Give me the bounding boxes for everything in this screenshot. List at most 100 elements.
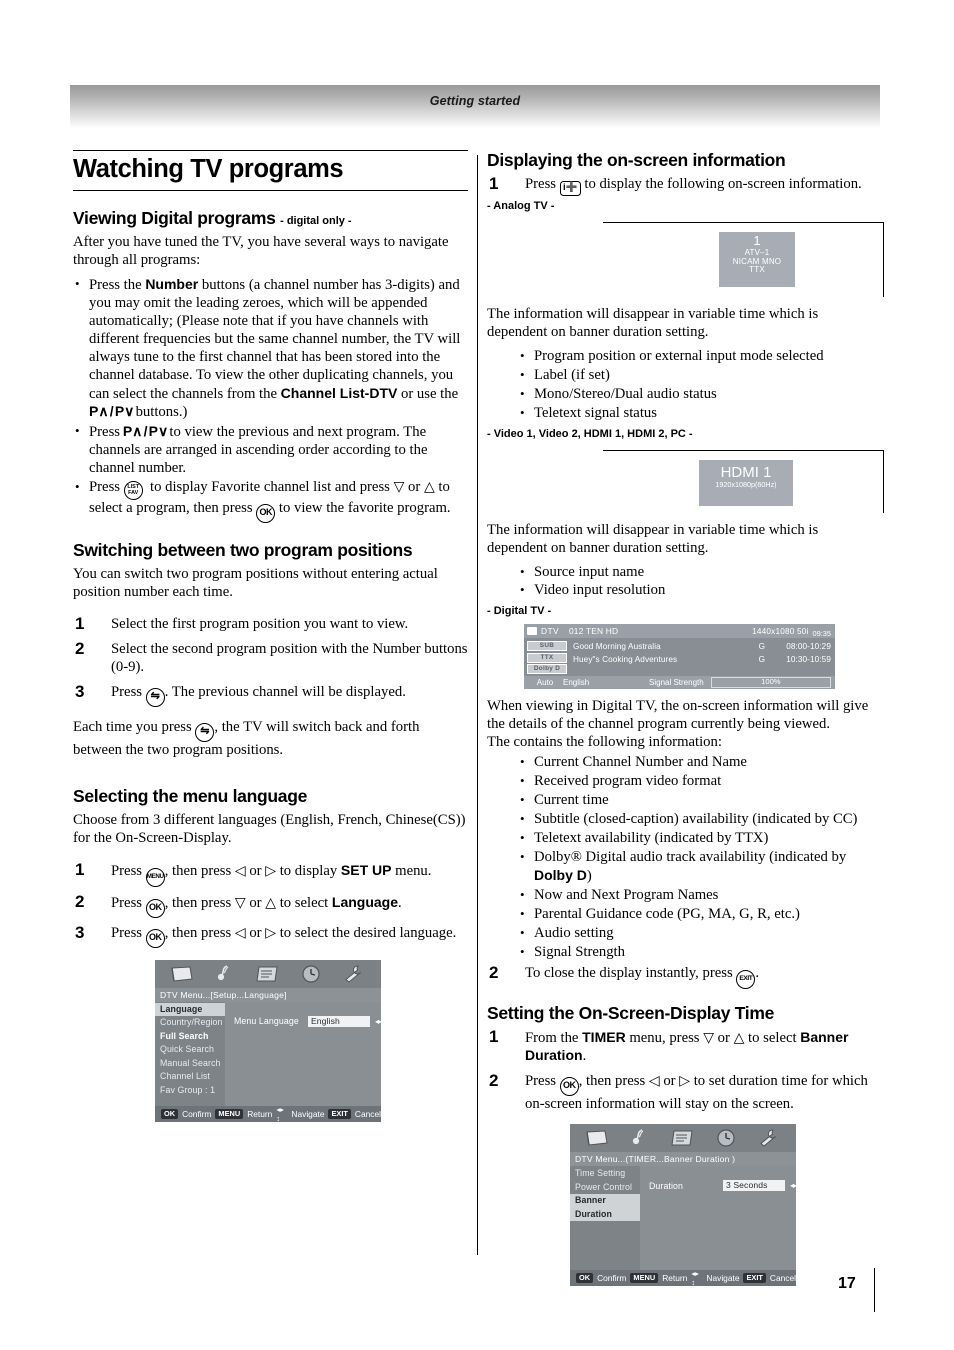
right-column: Displaying the on-screen information 1 P… (487, 150, 884, 1288)
step-text: Press OK, then press ▽ or △ to select La… (111, 893, 402, 918)
left-arrow-icon: ◁ (234, 863, 246, 879)
right-arrow-icon: ▷ (265, 863, 277, 879)
step-item: 1 From the TIMER menu, press ▽ or △ to s… (487, 1026, 880, 1067)
step-item: 1 Press i➕ to display the following on-s… (487, 174, 880, 196)
tv-icon (527, 627, 537, 636)
osd-item-time-setting[interactable]: Time Setting (570, 1167, 640, 1181)
osd-item-channel-list[interactable]: Channel List (155, 1070, 225, 1084)
osd-item-manual-search[interactable]: Manual Search (155, 1057, 225, 1071)
section-heading-text: Viewing Digital programs (73, 208, 276, 228)
left-right-adjust-icon[interactable]: ◂▸ (375, 1017, 382, 1026)
ok-key-icon: OK (145, 928, 165, 948)
p-up-down-key: P∧ / P∨ (89, 384, 461, 420)
timer-clock-icon[interactable] (297, 964, 325, 984)
dtv-program-next: Huey"s Cooking Adventures G 10:30-10:59 (573, 653, 831, 666)
list-fav-key-icon: LIST FAV (123, 481, 143, 501)
osd-chip-navigate-icon: ◂▸ ↕ (691, 1269, 699, 1288)
osd-hint-cancel: Cancel (769, 1273, 796, 1284)
osd-chip-exit[interactable]: EXIT (743, 1273, 766, 1284)
program-time: 10:30-10:59 (786, 655, 831, 665)
step-number: 1 (489, 1026, 499, 1046)
dtv-signal-value: 100% (761, 677, 781, 687)
list-item: Press the Number buttons (a channel numb… (73, 276, 468, 423)
step-number: 1 (489, 174, 499, 193)
sound-icon[interactable] (211, 964, 239, 984)
step-number: 3 (75, 922, 85, 942)
language-label: Language (331, 893, 399, 910)
osd-field-value[interactable]: 3 Seconds (722, 1180, 785, 1192)
timer-clock-icon[interactable] (712, 1128, 740, 1148)
list-item: Mono/Stereo/Dual audio status (520, 386, 880, 404)
picture-icon[interactable] (168, 964, 196, 984)
osd-chip-ok[interactable]: OK (576, 1273, 594, 1284)
osd-item-full-search[interactable]: Full Search (155, 1030, 225, 1044)
osd-settings-pane: Menu Language English ◂▸ (224, 1001, 382, 1106)
digital-note-2: The contains the following information: (487, 734, 722, 751)
setup-menu-label: SET UP (340, 861, 392, 878)
program-name: Good Morning Australia (573, 642, 661, 652)
section-heading-viewing-digital-programs: Viewing Digital programs - digital only … (73, 208, 468, 229)
list-item: Teletext signal status (520, 405, 880, 423)
setup-wrench-icon[interactable] (340, 964, 368, 984)
video-bullets: Source input name Video input resolution (520, 564, 880, 601)
analog-tv-caption: - Analog TV - (487, 200, 555, 212)
osd-body: Time Setting Power Control Banner Durati… (570, 1166, 797, 1271)
osd-icon-bar (570, 1124, 796, 1153)
osd-field-value[interactable]: English (307, 1015, 370, 1027)
hdmi-banner-resolution: 1920x1080p(60Hz) (715, 480, 777, 490)
osd-screenshot-language: DTV Menu...[Setup...Language] Language C… (155, 959, 382, 1123)
program-name: Huey"s Cooking Adventures (573, 655, 678, 665)
step-number: 1 (75, 859, 85, 879)
dtv-video-format: 1440x1080 50i (752, 626, 809, 636)
status-badge-ttx: TTX (527, 652, 567, 663)
video-inputs-caption: - Video 1, Video 2, HDMI 1, HDMI 2, PC - (487, 427, 693, 440)
analog-osd-banner: 1 ATV–1 NICAM MNO TTX (719, 232, 795, 287)
switching-intro: You can switch two program positions wit… (73, 566, 438, 601)
analog-bullets: Program position or external input mode … (520, 348, 880, 423)
step-text: To close the display instantly, press EX… (525, 965, 759, 989)
osd-item-quick-search[interactable]: Quick Search (155, 1043, 225, 1057)
osd-footer-hints: OK Confirm MENU Return ◂▸ ↕ Navigate EXI… (570, 1269, 796, 1288)
step-item: 1 Select the first program position you … (73, 614, 468, 634)
hdmi-screen-frame: HDMI 1 1920x1080p(60Hz) (603, 449, 884, 513)
osd-hint-return: Return (662, 1273, 688, 1284)
section-heading-switching-positions: Switching between two program positions (73, 540, 413, 561)
osd-hint-navigate: Navigate (706, 1273, 740, 1284)
digital-tv-caption: - Digital TV - (487, 605, 552, 618)
osd-chip-menu[interactable]: MENU (215, 1108, 244, 1119)
hdmi-osd-banner: HDMI 1 1920x1080p(60Hz) (699, 459, 793, 506)
step-item: 2 To close the display instantly, press … (487, 962, 880, 989)
list-item: Press LISTFAV to display Favorite channe… (73, 479, 468, 524)
setup-wrench-icon[interactable] (755, 1128, 783, 1148)
dtv-audio-language: English (563, 678, 590, 688)
osd-chip-menu[interactable]: MENU (630, 1273, 659, 1284)
down-arrow-icon: ▽ (393, 480, 405, 496)
dtv-osd-banner: DTV 012 TEN HD 1440x1080 50i 09:35 SUB T… (524, 624, 835, 690)
down-arrow-icon: ▽ (703, 1030, 714, 1046)
viewing-digital-intro: After you have tuned the TV, you have se… (73, 234, 449, 268)
osd-item-fav-group[interactable]: Fav Group : 1 (155, 1084, 225, 1098)
step-text: Select the first program position you wa… (111, 616, 409, 633)
ok-key-icon: OK (559, 1077, 579, 1097)
osd-chip-exit[interactable]: EXIT (328, 1108, 351, 1119)
analog-note: The information will disappear in variab… (487, 306, 819, 340)
list-item: Audio setting (520, 925, 880, 943)
ok-key-icon: OK (256, 504, 276, 524)
dtv-signal-label: Signal Strength (649, 678, 704, 688)
p-up-down-key: P∧ / P∨ (120, 423, 170, 440)
picture-icon[interactable] (583, 1128, 611, 1148)
step-number: 2 (489, 962, 499, 982)
osd-chip-ok[interactable]: OK (161, 1108, 179, 1119)
osd-hint-confirm: Confirm (597, 1273, 627, 1284)
osd-item-language[interactable]: Language (155, 1002, 225, 1017)
list-item: Parental Guidance code (PG, MA, G, R, et… (520, 906, 880, 924)
features-icon[interactable] (669, 1128, 697, 1148)
osd-item-banner-duration[interactable]: Banner Duration (570, 1194, 640, 1222)
osd-item-country-region[interactable]: Country/Region (155, 1016, 225, 1030)
sound-icon[interactable] (626, 1128, 654, 1148)
features-icon[interactable] (254, 964, 282, 984)
running-header: Getting started (70, 85, 880, 129)
osd-item-power-control[interactable]: Power Control (570, 1181, 640, 1195)
osd-hint-return: Return (247, 1108, 273, 1119)
left-right-adjust-icon[interactable]: ◂▸ (790, 1181, 797, 1190)
